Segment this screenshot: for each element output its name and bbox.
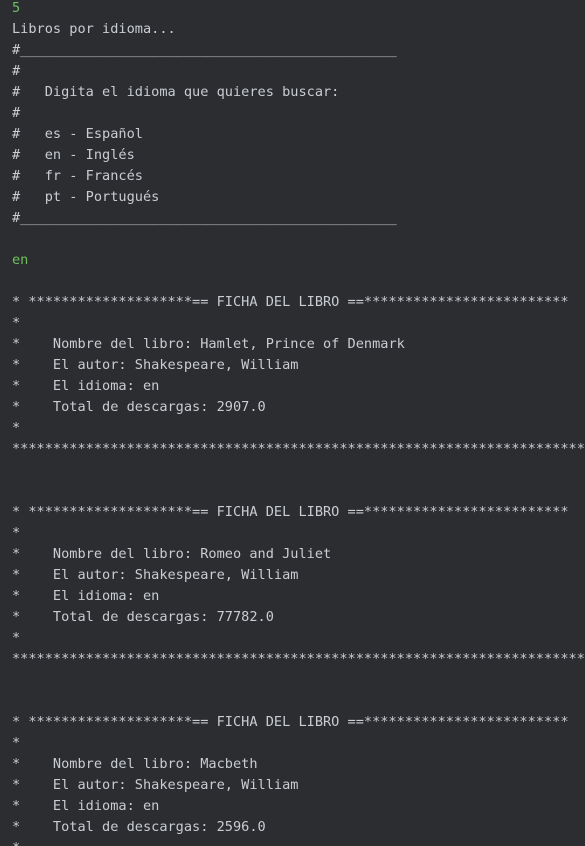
console-output-line: *	[12, 735, 21, 751]
console-output-line: #	[12, 105, 21, 121]
console-output-line: * ********************== FICHA DEL LIBRO…	[12, 714, 569, 730]
console-output-line: * ********************== FICHA DEL LIBRO…	[12, 504, 569, 520]
console-output-line: *	[12, 315, 21, 331]
console-input-line: 5	[12, 0, 21, 16]
console-output-line: *	[12, 838, 585, 846]
console-output-line: #_______________________________________…	[12, 210, 397, 226]
console-output-line: * El idioma: en	[12, 588, 160, 604]
console-output-line: * Total de descargas: 2596.0	[12, 819, 266, 835]
console-output-line: * Total de descargas: 2907.0	[12, 399, 266, 415]
console-output-line: *	[12, 525, 21, 541]
console-output-line: * El idioma: en	[12, 378, 160, 394]
console-output-line: * Total de descargas: 77782.0	[12, 609, 274, 625]
console-output-line: #	[12, 63, 21, 79]
console-output[interactable]: 5 Libros por idioma... #__________________…	[0, 0, 585, 846]
console-output-line: * El idioma: en	[12, 798, 160, 814]
console-output-line: # Digita el idioma que quieres buscar:	[12, 84, 340, 100]
console-output-line: * Nombre del libro: Macbeth	[12, 756, 258, 772]
console-output-line: * Nombre del libro: Romeo and Juliet	[12, 546, 332, 562]
console-output-line: # es - Español	[12, 126, 143, 142]
console-output-line: *	[12, 420, 21, 436]
console-output-line: ****************************************…	[12, 441, 585, 457]
console-output-line: ****************************************…	[12, 651, 585, 667]
console-output-line: # pt - Portugués	[12, 189, 160, 205]
console-output-line: * Nombre del libro: Hamlet, Prince of De…	[12, 336, 405, 352]
console-output-line: # en - Inglés	[12, 147, 135, 163]
console-output-line: * El autor: Shakespeare, William	[12, 777, 299, 793]
console-output-line: * El autor: Shakespeare, William	[12, 357, 299, 373]
console-output-line: * El autor: Shakespeare, William	[12, 567, 299, 583]
console-output-line: *	[12, 630, 21, 646]
console-output-line: # fr - Francés	[12, 168, 143, 184]
console-input-line: en	[12, 252, 29, 268]
console-output-line: #_______________________________________…	[12, 42, 397, 58]
console-output-line: Libros por idioma...	[12, 21, 176, 37]
console-output-line: * ********************== FICHA DEL LIBRO…	[12, 294, 569, 310]
